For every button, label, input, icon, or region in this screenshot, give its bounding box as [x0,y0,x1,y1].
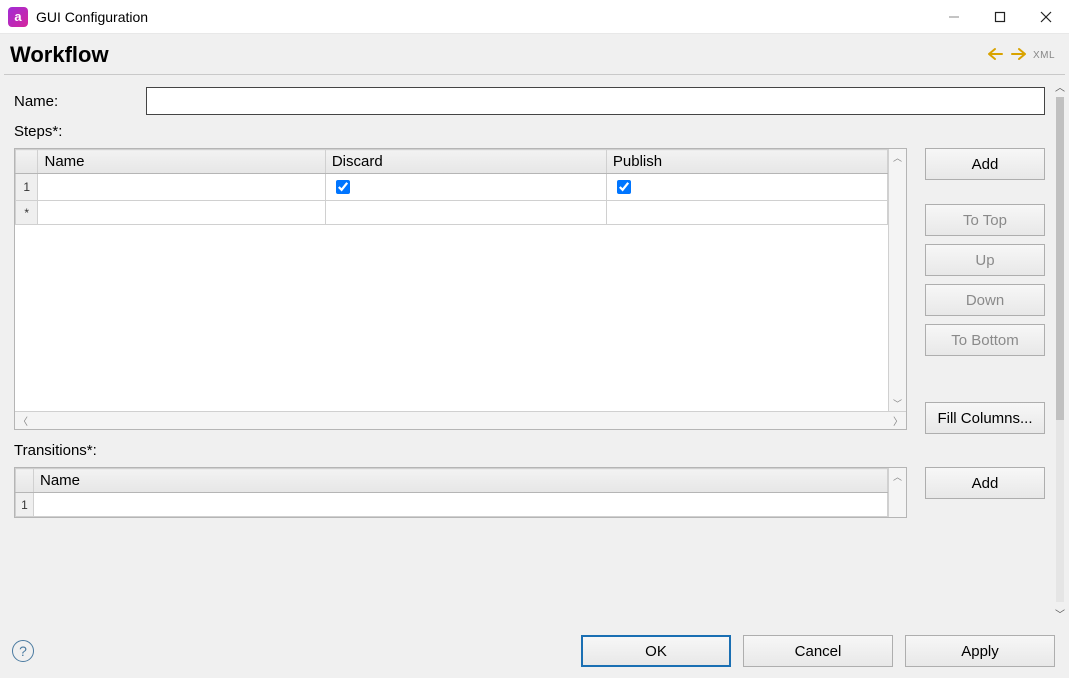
steps-col-publish[interactable]: Publish [606,150,887,174]
nav-back-button[interactable] [987,47,1005,63]
transitions-col-rowhead[interactable] [16,469,34,493]
title-bar: a GUI Configuration [0,0,1069,34]
name-input[interactable] [146,87,1045,115]
transitions-grid-vscroll[interactable]: ︿ [888,468,906,517]
transitions-cell-name[interactable] [34,493,888,517]
steps-to-bottom-button[interactable]: To Bottom [925,324,1045,356]
form-panel: Name: Steps*: [0,75,1051,624]
steps-rowhead[interactable]: 1 [16,174,38,201]
page-scrollbar[interactable]: ︿ ﹀ [1051,75,1069,624]
transitions-row[interactable]: 1 [16,493,888,517]
apply-button[interactable]: Apply [905,635,1055,667]
steps-cell-name[interactable] [38,201,325,225]
header-nav: XML [987,47,1055,63]
transitions-grid[interactable]: Name 1 [14,467,907,518]
scroll-right-icon[interactable]: 〉 [890,412,906,429]
steps-col-name[interactable]: Name [38,150,325,174]
scroll-up-icon[interactable]: ︿ [889,468,906,484]
steps-table: Name Discard Publish 1 [15,149,888,411]
steps-row[interactable]: 1 [16,174,888,201]
transitions-rowhead[interactable]: 1 [16,493,34,517]
transitions-add-button[interactable]: Add [925,467,1045,499]
transitions-label: Transitions*: [14,442,1045,459]
steps-button-panel: Add To Top Up Down To Bottom Fill Column… [925,148,1045,434]
steps-grid-container: Name Discard Publish 1 [14,148,907,430]
page-scroll-down-icon[interactable]: ﹀ [1053,606,1067,620]
steps-add-button[interactable]: Add [925,148,1045,180]
transitions-button-panel: Add [925,467,1045,499]
steps-cell-publish[interactable] [606,201,887,225]
steps-cell-publish[interactable] [606,174,887,201]
page-scroll-up-icon[interactable]: ︿ [1053,79,1067,93]
steps-cell-name[interactable] [38,174,325,201]
steps-rowhead-new[interactable]: * [16,201,38,225]
cancel-button[interactable]: Cancel [743,635,893,667]
arrow-right-icon [1009,47,1027,61]
scroll-down-icon[interactable]: ﹀ [889,395,906,411]
steps-grid-hscroll[interactable]: 〈 〉 [15,411,906,429]
steps-label: Steps*: [14,123,1045,140]
minimize-button[interactable] [931,0,977,34]
steps-row-new[interactable]: * [16,201,888,225]
steps-section: Name Discard Publish 1 [14,148,1045,434]
maximize-icon [994,11,1006,23]
steps-up-button[interactable]: Up [925,244,1045,276]
ok-button[interactable]: OK [581,635,731,667]
steps-grid-vscroll[interactable]: ︿ ﹀ [888,149,906,411]
transitions-grid-container: Name 1 [14,467,907,518]
close-icon [1040,11,1052,23]
page-title: Workflow [10,42,987,68]
name-label: Name: [14,93,134,110]
body-area: Name: Steps*: [0,75,1069,624]
steps-cell-discard[interactable] [325,174,606,201]
page-scroll-thumb[interactable] [1056,97,1064,420]
transitions-section: Name 1 [14,467,1045,518]
arrow-left-icon [987,47,1005,61]
page-scroll-track[interactable] [1056,97,1064,602]
steps-cell-discard[interactable] [325,201,606,225]
maximize-button[interactable] [977,0,1023,34]
minimize-icon [948,11,960,23]
dialog-footer: ? OK Cancel Apply [0,624,1069,678]
window-controls [931,0,1069,34]
config-window: a GUI Configuration Workflow XML [0,0,1069,678]
discard-checkbox[interactable] [336,180,350,194]
xml-toggle[interactable]: XML [1033,50,1055,61]
window-title: GUI Configuration [36,9,931,25]
steps-down-button[interactable]: Down [925,284,1045,316]
name-row: Name: [14,87,1045,115]
steps-fill-columns-button[interactable]: Fill Columns... [925,402,1045,434]
steps-to-top-button[interactable]: To Top [925,204,1045,236]
publish-checkbox[interactable] [617,180,631,194]
nav-forward-button[interactable] [1009,47,1027,63]
transitions-table: Name 1 [15,468,888,517]
close-button[interactable] [1023,0,1069,34]
steps-col-rowhead[interactable] [16,150,38,174]
steps-col-discard[interactable]: Discard [325,150,606,174]
scroll-left-icon[interactable]: 〈 [15,412,31,429]
page-header: Workflow XML [0,34,1069,74]
scroll-up-icon[interactable]: ︿ [889,149,906,165]
help-icon: ? [19,643,27,659]
transitions-col-name[interactable]: Name [34,469,888,493]
help-button[interactable]: ? [12,640,34,662]
steps-grid[interactable]: Name Discard Publish 1 [14,148,907,430]
app-icon: a [8,7,28,27]
